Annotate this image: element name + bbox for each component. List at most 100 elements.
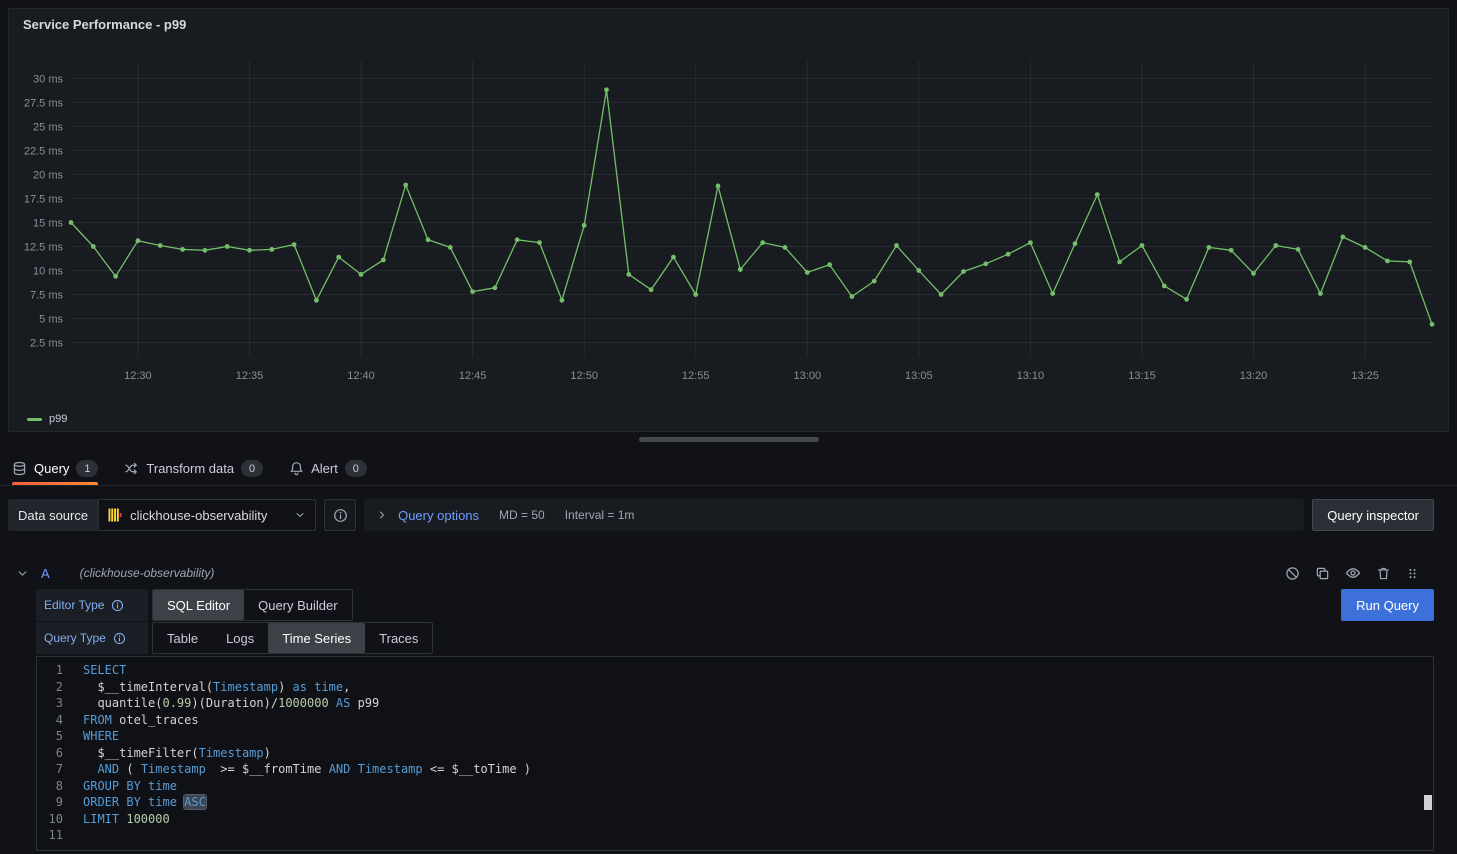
query-editor-controls: Editor Type SQL Editor Query Builder Run… — [36, 589, 1434, 655]
datasource-value: clickhouse-observability — [130, 508, 267, 523]
datasource-label: Data source — [8, 499, 98, 531]
svg-text:10 ms: 10 ms — [33, 266, 63, 278]
svg-text:12:40: 12:40 — [347, 370, 375, 382]
hide-response-button[interactable] — [1345, 565, 1361, 581]
eye-icon — [1345, 565, 1361, 581]
query-type-group: Table Logs Time Series Traces — [152, 622, 433, 654]
legend-series-swatch — [27, 418, 42, 421]
bell-icon — [289, 461, 304, 476]
datasource-picker[interactable]: clickhouse-observability — [98, 499, 316, 531]
query-options-bar[interactable]: Query options MD = 50 Interval = 1m — [364, 499, 1304, 531]
query-type-label: Query Type — [36, 622, 148, 654]
svg-text:12:45: 12:45 — [459, 370, 487, 382]
code-line[interactable]: SELECT — [83, 662, 1433, 679]
svg-text:5 ms: 5 ms — [39, 314, 63, 326]
disable-query-button[interactable] — [1285, 566, 1300, 581]
line-number: 3 — [37, 695, 63, 712]
editor-type-query-builder[interactable]: Query Builder — [244, 590, 351, 620]
panel-header[interactable]: Service Performance - p99 — [9, 9, 1448, 39]
timeseries-chart[interactable]: 2.5 ms 5 ms 7.5 ms 10 ms 12.5 ms 15 ms 17.5 ms… — [13, 37, 1446, 395]
collapse-chevron-icon[interactable] — [16, 567, 29, 580]
query-row-actions — [1285, 565, 1419, 581]
svg-text:13:15: 13:15 — [1128, 370, 1156, 382]
datasource-toolbar: Data source clickhouse-observability Que… — [8, 499, 1434, 531]
query-inspector-button[interactable]: Query inspector — [1312, 499, 1434, 531]
database-icon — [12, 461, 27, 476]
query-type-logs[interactable]: Logs — [212, 623, 268, 653]
svg-text:13:10: 13:10 — [1017, 370, 1045, 382]
line-number: 9 — [37, 794, 63, 811]
code-line[interactable] — [83, 827, 1433, 844]
code-line[interactable]: GROUP BY time — [83, 778, 1433, 795]
query-type-traces[interactable]: Traces — [365, 623, 432, 653]
tab-query[interactable]: Query 1 — [12, 452, 98, 485]
editor-type-sql-editor[interactable]: SQL Editor — [153, 590, 244, 620]
code-line[interactable]: WHERE — [83, 728, 1433, 745]
editor-type-group: SQL Editor Query Builder — [152, 589, 353, 621]
transform-icon — [124, 461, 139, 476]
chart-legend[interactable]: p99 — [27, 413, 67, 425]
ban-icon — [1285, 566, 1300, 581]
sql-gutter: 1234567891011 — [37, 657, 63, 850]
line-number: 8 — [37, 778, 63, 795]
code-line[interactable]: LIMIT 100000 — [83, 811, 1433, 828]
chart-panel: Service Performance - p99 2.5 ms 5 ms 7.5 … — [8, 8, 1449, 432]
svg-text:12:55: 12:55 — [682, 370, 710, 382]
sql-code[interactable]: SELECT $__timeInterval(Timestamp) as tim… — [63, 657, 1433, 850]
query-options-link[interactable]: Query options — [398, 508, 479, 523]
line-number: 2 — [37, 679, 63, 696]
svg-text:20 ms: 20 ms — [33, 169, 63, 181]
editor-tabs: Query 1 Transform data 0 Alert 0 — [0, 452, 1457, 486]
tab-transform-count: 0 — [241, 460, 263, 477]
code-line[interactable]: AND ( Timestamp >= $__fromTime AND Times… — [83, 761, 1433, 778]
remove-query-button[interactable] — [1376, 566, 1391, 581]
code-line[interactable]: ORDER BY time ASC — [83, 794, 1433, 811]
svg-text:25 ms: 25 ms — [33, 121, 63, 133]
drag-handle-icon — [1406, 566, 1419, 581]
tab-transform-data[interactable]: Transform data 0 — [124, 452, 263, 485]
query-type-info-icon[interactable] — [113, 632, 126, 645]
svg-text:17.5 ms: 17.5 ms — [24, 193, 64, 205]
svg-text:7.5 ms: 7.5 ms — [30, 290, 64, 302]
tab-transform-label: Transform data — [146, 461, 234, 476]
svg-text:12.5 ms: 12.5 ms — [24, 242, 64, 254]
svg-text:15 ms: 15 ms — [33, 218, 63, 230]
code-line[interactable]: FROM otel_traces — [83, 712, 1433, 729]
line-number: 10 — [37, 811, 63, 828]
editor-type-label: Editor Type — [36, 589, 148, 621]
tab-alert-label: Alert — [311, 461, 338, 476]
code-line[interactable]: quantile(0.99)(Duration)/1000000 AS p99 — [83, 695, 1433, 712]
svg-text:22.5 ms: 22.5 ms — [24, 145, 64, 157]
horizontal-scrollbar-thumb[interactable] — [639, 437, 819, 442]
datasource-help-button[interactable] — [324, 499, 356, 531]
editor-type-label-text: Editor Type — [44, 598, 104, 612]
copy-icon — [1315, 566, 1330, 581]
trash-icon — [1376, 566, 1391, 581]
clickhouse-logo — [108, 508, 122, 522]
sql-editor[interactable]: 1234567891011 SELECT $__timeInterval(Tim… — [36, 656, 1434, 851]
editor-type-info-icon[interactable] — [111, 599, 124, 612]
editor-overview-cursor-marker — [1424, 795, 1432, 810]
panel-title: Service Performance - p99 — [23, 17, 186, 32]
query-datasource-hint: (clickhouse-observability) — [80, 566, 215, 580]
drag-query-handle[interactable] — [1406, 566, 1419, 581]
svg-text:2.5 ms: 2.5 ms — [30, 338, 64, 350]
legend-series-label: p99 — [49, 413, 67, 425]
svg-text:30 ms: 30 ms — [33, 73, 63, 85]
svg-text:13:20: 13:20 — [1240, 370, 1268, 382]
svg-text:27.5 ms: 27.5 ms — [24, 97, 64, 109]
info-icon — [333, 508, 348, 523]
query-ref-id[interactable]: A — [41, 566, 50, 581]
query-type-time-series[interactable]: Time Series — [268, 623, 365, 653]
run-query-button[interactable]: Run Query — [1341, 589, 1434, 621]
query-row-header: A (clickhouse-observability) — [8, 557, 1427, 589]
tab-query-count: 1 — [76, 460, 98, 477]
code-line[interactable]: $__timeInterval(Timestamp) as time, — [83, 679, 1433, 696]
query-type-table[interactable]: Table — [153, 623, 212, 653]
svg-text:13:00: 13:00 — [794, 370, 822, 382]
code-line[interactable]: $__timeFilter(Timestamp) — [83, 745, 1433, 762]
tab-query-label: Query — [34, 461, 69, 476]
tab-alert-count: 0 — [345, 460, 367, 477]
tab-alert[interactable]: Alert 0 — [289, 452, 367, 485]
duplicate-query-button[interactable] — [1315, 566, 1330, 581]
